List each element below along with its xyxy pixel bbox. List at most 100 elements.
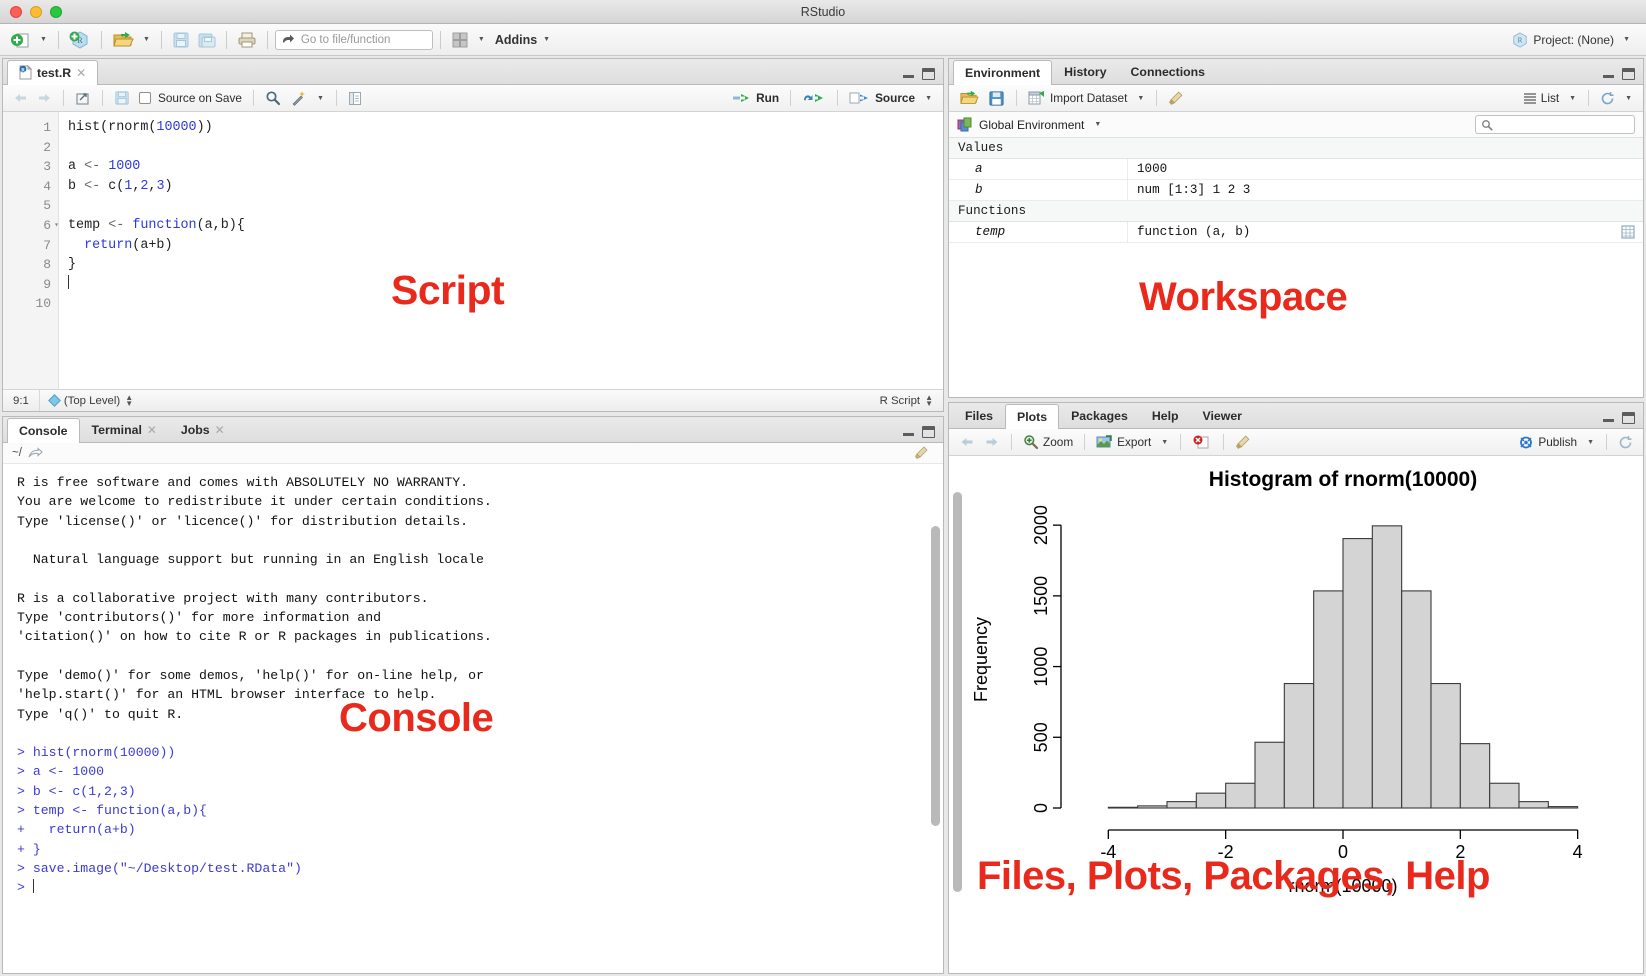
addins-dropdown-icon[interactable]: ▼	[539, 36, 554, 43]
import-dataset-dropdown-icon[interactable]: ▼	[1133, 95, 1148, 102]
code-line[interactable]: a <- 1000	[68, 157, 943, 177]
refresh-dropdown-icon[interactable]: ▼	[1621, 95, 1636, 102]
open-file-dropdown-icon[interactable]: ▼	[139, 36, 154, 43]
plots-tab-help[interactable]: Help	[1140, 403, 1191, 428]
maximize-pane-icon[interactable]	[1622, 412, 1635, 424]
open-directory-icon[interactable]	[28, 446, 43, 460]
maximize-pane-icon[interactable]	[922, 426, 935, 438]
environment-scope-dropdown-icon[interactable]: ▼	[1090, 121, 1105, 128]
view-mode-dropdown-icon[interactable]: ▼	[1565, 95, 1580, 102]
clear-console-icon[interactable]	[914, 446, 929, 460]
environment-search-input[interactable]	[1475, 115, 1635, 134]
code-line[interactable]: b <- c(1,2,3)	[68, 177, 943, 197]
minimize-pane-icon[interactable]	[1602, 69, 1615, 79]
project-selector[interactable]: R Project: (None) ▼	[1512, 31, 1638, 48]
run-button[interactable]: Run	[729, 89, 782, 107]
close-icon[interactable]: ✕	[215, 423, 225, 437]
global-environment-label[interactable]: Global Environment	[979, 118, 1084, 132]
code-line[interactable]: temp <- function(a,b){	[68, 216, 943, 236]
code-tools-dropdown-icon[interactable]: ▼	[313, 95, 328, 102]
console-tab-terminal[interactable]: Terminal ✕	[80, 417, 169, 442]
addins-button[interactable]: Addins	[495, 33, 537, 47]
print-button[interactable]	[234, 28, 260, 52]
goto-file-function-input[interactable]: Go to file/function	[274, 29, 433, 50]
next-plot-button[interactable]	[981, 433, 1003, 451]
source-code-area[interactable]: hist(rnorm(10000)) a <- 1000 b <- c(1,2,3…	[59, 112, 943, 389]
import-dataset-button[interactable]: Import Dataset	[1025, 88, 1130, 108]
save-file-button[interactable]	[111, 88, 133, 108]
plots-tab-plots[interactable]: Plots	[1005, 404, 1060, 429]
zoom-plot-button[interactable]: Zoom	[1020, 432, 1076, 452]
clear-all-plots-button[interactable]	[1232, 433, 1254, 452]
source-tab-test-r[interactable]: R test.R ✕	[7, 60, 99, 85]
publish-dropdown-icon[interactable]: ▼	[1583, 439, 1598, 446]
refresh-environment-button[interactable]	[1597, 89, 1618, 108]
chevron-updown-icon[interactable]: ▲ ▼	[925, 393, 933, 407]
code-line[interactable]: return(a+b)	[68, 236, 943, 256]
environment-row[interactable]: temp function (a, b)	[949, 222, 1643, 243]
minimize-pane-icon[interactable]	[902, 427, 915, 437]
clear-workspace-button[interactable]	[1165, 89, 1187, 108]
source-button[interactable]: Source	[846, 89, 918, 107]
environment-tab-history[interactable]: History	[1052, 59, 1118, 84]
previous-plot-button[interactable]	[956, 433, 978, 451]
code-fold-icon[interactable]: ▾	[54, 216, 59, 236]
maximize-pane-icon[interactable]	[1622, 68, 1635, 80]
maximize-pane-icon[interactable]	[922, 68, 935, 80]
environment-tab-environment[interactable]: Environment	[953, 60, 1053, 85]
code-line[interactable]	[68, 138, 943, 158]
code-line[interactable]	[68, 196, 943, 216]
show-in-new-window-button[interactable]	[72, 89, 94, 108]
plots-tab-packages[interactable]: Packages	[1059, 403, 1140, 428]
console-scrollbar[interactable]	[931, 526, 940, 826]
environment-row[interactable]: b num [1:3] 1 2 3	[949, 180, 1643, 201]
document-outline-button[interactable]	[345, 89, 365, 108]
code-line[interactable]: hist(rnorm(10000))	[68, 118, 943, 138]
refresh-plot-button[interactable]	[1615, 433, 1636, 452]
view-mode-button[interactable]: List	[1520, 89, 1562, 107]
save-button[interactable]	[169, 28, 193, 52]
close-icon[interactable]: ✕	[147, 423, 157, 437]
rerun-button[interactable]	[799, 89, 829, 107]
console-tab-console[interactable]: Console	[7, 418, 80, 443]
remove-plot-button[interactable]	[1189, 433, 1215, 452]
source-on-save-checkbox[interactable]: Source on Save	[136, 89, 245, 107]
code-line[interactable]: }	[68, 255, 943, 275]
environment-tab-connections[interactable]: Connections	[1119, 59, 1217, 84]
plot-canvas[interactable]: Histogram of rnorm(10000) 0 500 1000 1500 200…	[949, 456, 1643, 973]
console-tab-jobs[interactable]: Jobs ✕	[169, 417, 237, 442]
publish-button[interactable]: Publish	[1515, 433, 1580, 452]
new-file-dropdown-icon[interactable]: ▼	[36, 36, 51, 43]
code-line[interactable]	[68, 274, 943, 295]
load-workspace-button[interactable]	[956, 87, 982, 109]
view-function-icon[interactable]	[1621, 225, 1635, 239]
console-output[interactable]: R is free software and comes with ABSOLU…	[3, 464, 943, 973]
export-plot-button[interactable]: Export	[1093, 433, 1154, 452]
plots-tab-files[interactable]: Files	[953, 403, 1005, 428]
code-tools-button[interactable]	[287, 88, 310, 108]
find-replace-button[interactable]	[262, 88, 284, 108]
source-editor-body[interactable]: 1 2 3 4 5 6 ▾ 7 8 9 10 hist(rnorm(10000)) a <- 100…	[3, 112, 943, 389]
pane-layout-button[interactable]	[448, 28, 472, 52]
new-project-button[interactable]: R	[66, 28, 94, 52]
checkbox-box[interactable]	[139, 92, 151, 104]
save-all-button[interactable]	[195, 28, 219, 52]
forward-button[interactable]	[34, 89, 55, 107]
back-button[interactable]	[10, 89, 31, 107]
minimize-pane-icon[interactable]	[1602, 413, 1615, 423]
export-dropdown-icon[interactable]: ▼	[1157, 439, 1172, 446]
code-line[interactable]	[68, 294, 943, 314]
plots-tab-viewer[interactable]: Viewer	[1191, 403, 1254, 428]
chevron-updown-icon[interactable]: ▲ ▼	[125, 393, 133, 407]
new-file-button[interactable]	[8, 28, 34, 52]
open-file-button[interactable]	[109, 28, 137, 52]
source-dropdown-icon[interactable]: ▼	[921, 95, 936, 102]
environment-row[interactable]: a 1000	[949, 159, 1643, 180]
project-dropdown-icon[interactable]: ▼	[1619, 36, 1634, 43]
minimize-pane-icon[interactable]	[902, 69, 915, 79]
file-type-selector[interactable]: R Script ▲ ▼	[870, 393, 943, 407]
close-icon[interactable]: ✕	[76, 66, 86, 80]
pane-layout-dropdown-icon[interactable]: ▼	[474, 36, 489, 43]
scope-selector[interactable]: (Top Level) ▲ ▼	[40, 393, 143, 407]
save-workspace-button[interactable]	[985, 88, 1008, 109]
